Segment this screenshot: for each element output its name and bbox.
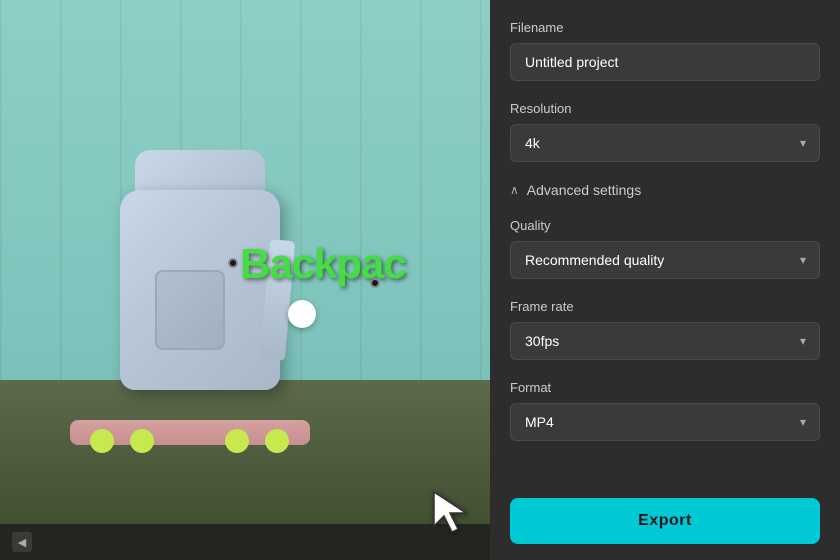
format-label: Format <box>510 380 820 395</box>
quality-select[interactable]: Recommended quality High quality Low qua… <box>510 241 820 279</box>
format-select-wrapper: MP4 MOV AVI GIF ▾ <box>510 403 820 441</box>
filename-input[interactable] <box>510 43 820 81</box>
resolution-select-wrapper: 720p 1080p 2k 4k 8k ▾ <box>510 124 820 162</box>
export-button[interactable]: Export <box>510 498 820 544</box>
wheel-1 <box>90 429 114 453</box>
resolution-select[interactable]: 720p 1080p 2k 4k 8k <box>510 124 820 162</box>
wheel-3 <box>225 429 249 453</box>
framerate-label: Frame rate <box>510 299 820 314</box>
format-select[interactable]: MP4 MOV AVI GIF <box>510 403 820 441</box>
framerate-select[interactable]: 24fps 25fps 30fps 60fps <box>510 322 820 360</box>
wheel-4 <box>265 429 289 453</box>
quality-group: Quality Recommended quality High quality… <box>510 218 820 279</box>
format-group: Format MP4 MOV AVI GIF ▾ <box>510 380 820 441</box>
advanced-settings-label: Advanced settings <box>527 182 641 198</box>
filename-group: Filename <box>510 20 820 81</box>
filename-label: Filename <box>510 20 820 35</box>
advanced-settings-toggle[interactable]: ∧ Advanced settings <box>510 182 820 198</box>
backpack-pocket <box>155 270 225 350</box>
text-overlay: Backpac <box>240 240 406 288</box>
preview-toolbar: ◀ <box>0 524 490 560</box>
backpack-body <box>120 190 280 390</box>
quality-label: Quality <box>510 218 820 233</box>
export-panel: Filename Resolution 720p 1080p 2k 4k 8k … <box>490 0 840 560</box>
rotation-handle[interactable] <box>288 300 316 328</box>
skateboard <box>70 420 310 445</box>
advanced-chevron-up-icon: ∧ <box>510 183 519 197</box>
framerate-select-wrapper: 24fps 25fps 30fps 60fps ▾ <box>510 322 820 360</box>
wheel-2 <box>130 429 154 453</box>
resolution-group: Resolution 720p 1080p 2k 4k 8k ▾ <box>510 101 820 162</box>
selection-handle-right[interactable] <box>370 278 380 288</box>
selection-handle-left[interactable] <box>228 258 238 268</box>
preview-toolbar-btn[interactable]: ◀ <box>12 532 32 552</box>
resolution-label: Resolution <box>510 101 820 116</box>
framerate-group: Frame rate 24fps 25fps 30fps 60fps ▾ <box>510 299 820 360</box>
quality-select-wrapper: Recommended quality High quality Low qua… <box>510 241 820 279</box>
export-btn-container: Export <box>490 482 840 560</box>
preview-area: Backpac ◀ <box>0 0 490 560</box>
